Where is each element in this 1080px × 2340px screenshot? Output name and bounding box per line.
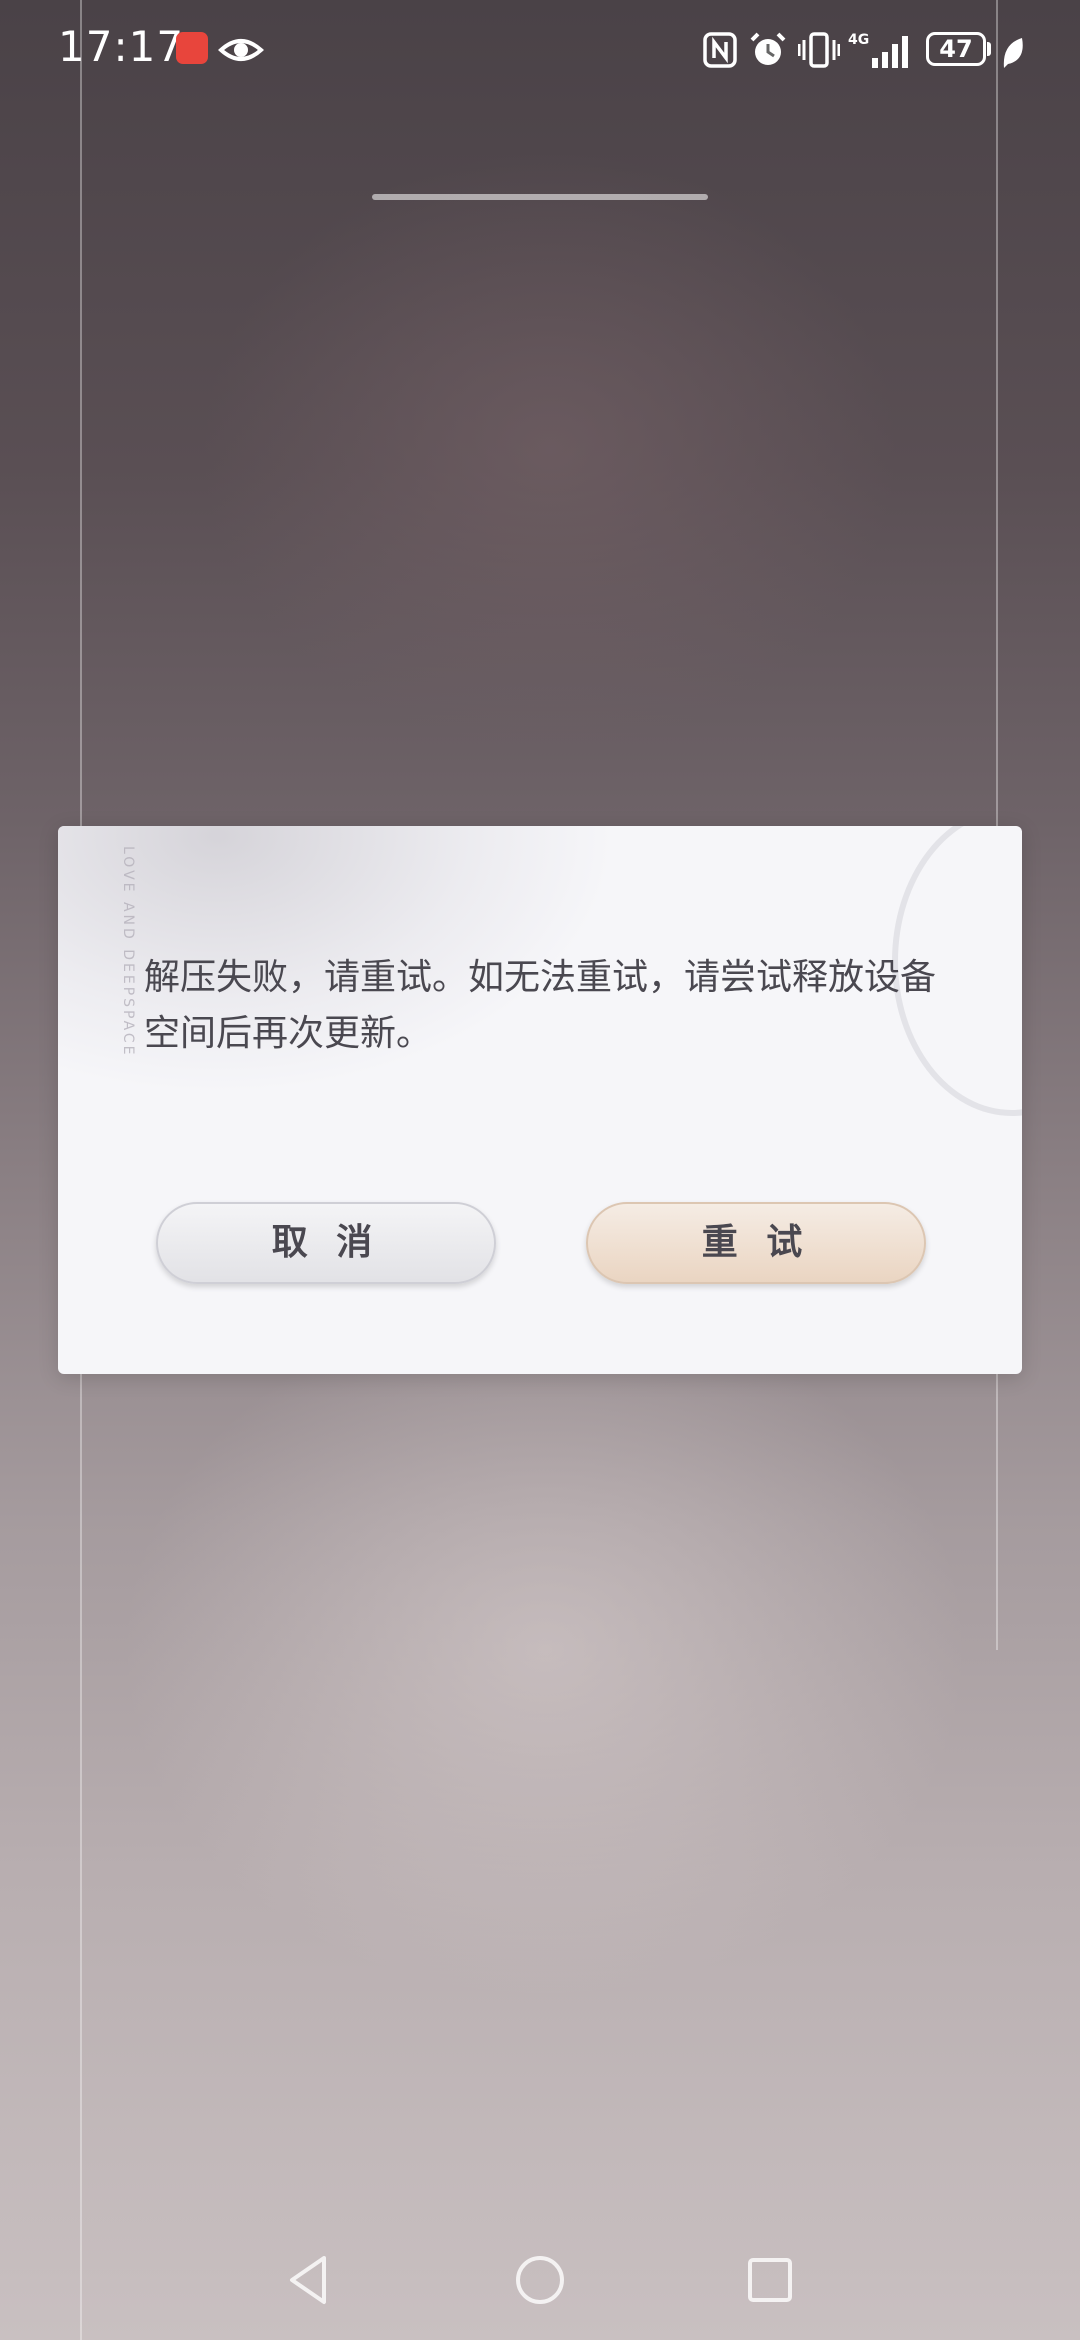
- nfc-icon: [703, 32, 737, 68]
- battery-tip: [987, 42, 991, 56]
- dialog-watermark: LOVE AND DEEPSPACE: [120, 846, 136, 1058]
- dialog-message: 解压失败，请重试。如无法重试，请尝试释放设备空间后再次更新。: [144, 957, 937, 1054]
- vibrate-icon: [798, 32, 840, 68]
- eye-icon: [218, 39, 264, 61]
- background-blur-top: [200, 150, 900, 750]
- svg-text:4G: 4G: [848, 32, 869, 48]
- battery-icon: 47: [926, 32, 986, 66]
- top-handle[interactable]: [372, 194, 708, 200]
- cancel-button[interactable]: 取 消: [156, 1202, 496, 1284]
- back-icon[interactable]: [280, 2250, 340, 2310]
- status-bar: 17:17 4G 47: [0, 0, 1080, 100]
- background-line-right: [996, 0, 998, 1650]
- retry-button[interactable]: 重 试: [586, 1202, 926, 1284]
- leaf-icon: [1003, 38, 1023, 68]
- signal-4g-icon: 4G: [848, 32, 908, 68]
- recents-icon[interactable]: [740, 2250, 800, 2310]
- home-icon[interactable]: [510, 2250, 570, 2310]
- navigation-bar: [0, 2220, 1080, 2340]
- screen: 17:17 4G 47 LOVE AND DEEPSPACE 解压失败，请重试。…: [0, 0, 1080, 2340]
- app-badge-icon: [176, 32, 208, 64]
- status-time: 17:17: [58, 22, 185, 71]
- update-error-dialog: LOVE AND DEEPSPACE 解压失败，请重试。如无法重试，请尝试释放设…: [58, 826, 1022, 1374]
- alarm-icon: [750, 32, 786, 65]
- background-blur-bottom: [120, 1300, 970, 2000]
